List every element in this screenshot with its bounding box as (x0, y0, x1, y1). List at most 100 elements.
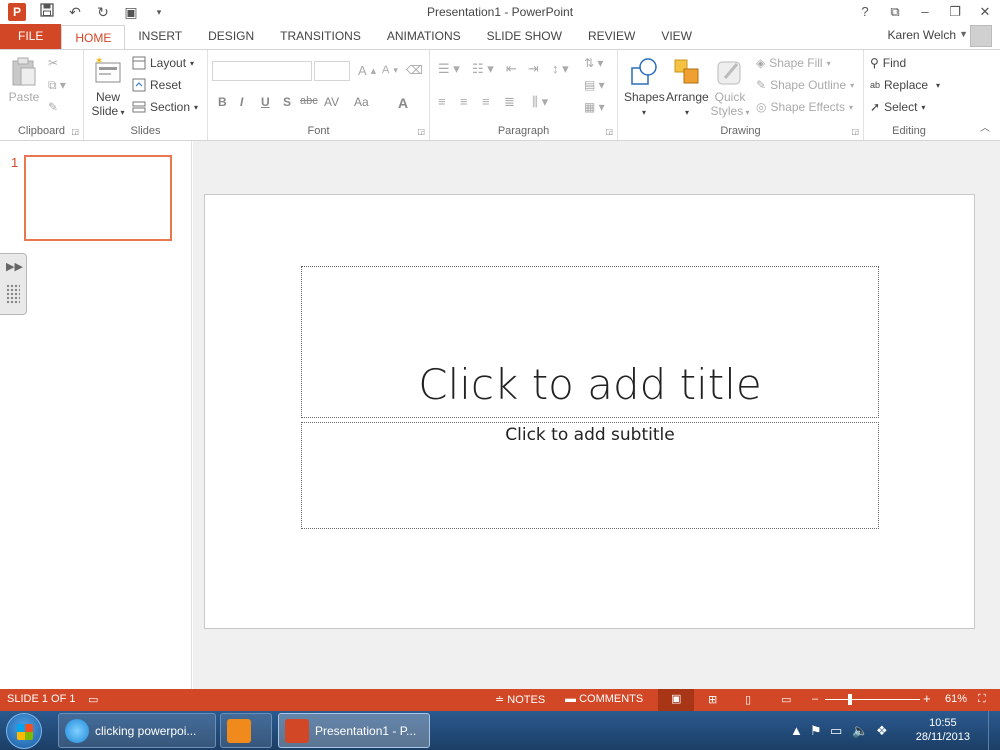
columns-icon[interactable]: ⫼ ▾ (532, 94, 548, 110)
zoom-out-button[interactable]: – (812, 693, 818, 705)
layout-button[interactable]: Layout ▾ (132, 56, 194, 70)
spell-check-icon[interactable]: ▭ (88, 693, 98, 706)
tab-file[interactable]: FILE (0, 24, 62, 49)
paste-button[interactable]: Paste (6, 56, 42, 104)
collapse-ribbon-icon[interactable]: ︿ (980, 119, 990, 134)
section-button[interactable]: Section ▾ (132, 100, 198, 114)
slide-thumbnail[interactable] (24, 155, 172, 241)
convert-to-smartart-icon[interactable]: ▦ ▾ (584, 100, 605, 114)
powerpoint-app-icon[interactable]: P (8, 3, 26, 21)
slide-canvas[interactable]: Click to add title Click to add subtitle (204, 194, 975, 629)
avatar[interactable] (970, 25, 992, 47)
customize-qat-icon[interactable]: ▾ (148, 2, 170, 22)
fit-to-window-icon[interactable]: ⛶ (978, 693, 986, 706)
action-center-icon[interactable]: ⚑ (810, 723, 822, 739)
line-spacing-icon[interactable]: ↕ ▾ (552, 61, 569, 77)
comments-button[interactable]: ▬ COMMENTS (565, 693, 643, 705)
tab-view[interactable]: VIEW (648, 24, 705, 49)
find-button[interactable]: ⚲ Find (870, 56, 906, 70)
select-button[interactable]: ➚ Select ▾ (870, 100, 925, 114)
undo-icon[interactable]: ↶ (64, 2, 86, 22)
replace-button[interactable]: ab Replace ▾ (870, 78, 940, 92)
align-text-icon[interactable]: ▤ ▾ (584, 78, 605, 92)
slide-sorter-icon[interactable]: ⊞ (708, 693, 717, 706)
align-right-icon[interactable]: ≡ (482, 94, 490, 109)
cut-icon[interactable]: ✂ (48, 56, 58, 70)
normal-view-button[interactable]: ▣ (658, 689, 694, 711)
zoom-slider-track[interactable] (825, 699, 920, 700)
text-shadow-button[interactable]: S (283, 95, 291, 109)
restore-icon[interactable]: ❐ (940, 0, 970, 24)
zoom-slider-thumb[interactable] (848, 694, 852, 705)
close-icon[interactable]: ✕ (970, 0, 1000, 24)
increase-indent-icon[interactable]: ⇥ (528, 61, 539, 77)
bullets-icon[interactable]: ☰ ▾ (438, 61, 460, 77)
taskbar-item-browser[interactable]: clicking powerpoi... (58, 713, 216, 748)
taskbar-item-powerpoint[interactable]: Presentation1 - P... (278, 713, 430, 748)
justify-icon[interactable]: ≣ (504, 94, 515, 110)
drawing-launcher-icon[interactable]: ◲ (851, 127, 859, 136)
format-painter-icon[interactable]: ✎ (48, 100, 58, 114)
start-from-beginning-icon[interactable]: ▣ (120, 2, 142, 22)
minimize-icon[interactable]: – (910, 0, 940, 24)
start-button[interactable] (6, 713, 42, 749)
italic-button[interactable]: I (240, 95, 243, 109)
clear-formatting-icon[interactable]: ⌫ (406, 63, 423, 77)
strikethrough-button[interactable]: abc (300, 95, 318, 107)
change-case-button[interactable]: Aa (354, 95, 369, 109)
dropbox-icon[interactable]: ❖ (876, 723, 888, 739)
shape-effects-button[interactable]: ◎ Shape Effects ▾ (756, 100, 853, 114)
zoom-level[interactable]: 61% (945, 693, 967, 705)
grow-font-icon[interactable]: A ▴ (358, 63, 376, 78)
bold-button[interactable]: B (218, 95, 227, 109)
notes-button[interactable]: ≐ NOTES (495, 693, 545, 706)
character-spacing-button[interactable]: AV (324, 95, 339, 109)
tab-slide-show[interactable]: SLIDE SHOW (474, 24, 575, 49)
quick-styles-button[interactable]: Quick Styles ▾ (710, 56, 750, 118)
shape-outline-button[interactable]: ✎ Shape Outline ▾ (756, 78, 854, 92)
reset-button[interactable]: Reset (132, 78, 181, 92)
underline-button[interactable]: U (261, 95, 270, 109)
tab-insert[interactable]: INSERT (125, 24, 195, 49)
reading-view-icon[interactable]: ▯ (745, 693, 751, 706)
clock[interactable]: 10:55 28/11/2013 (916, 716, 970, 744)
show-desktop-button[interactable] (988, 711, 1000, 750)
title-placeholder[interactable]: Click to add title (301, 266, 879, 418)
numbering-icon[interactable]: ☷ ▾ (472, 61, 494, 77)
font-launcher-icon[interactable]: ◲ (417, 127, 425, 136)
tab-home[interactable]: HOME (61, 25, 126, 50)
font-color-button[interactable]: A (398, 95, 408, 111)
arrange-button[interactable]: Arrange ▾ (666, 56, 709, 118)
font-name-input[interactable] (212, 61, 312, 81)
pane-handle[interactable]: ▶▶ (0, 253, 27, 315)
tab-design[interactable]: DESIGN (195, 24, 267, 49)
copy-icon[interactable]: ⧉ ▾ (48, 78, 66, 93)
shapes-button[interactable]: Shapes ▾ (624, 56, 665, 118)
save-icon[interactable] (36, 2, 58, 22)
paragraph-launcher-icon[interactable]: ◲ (605, 127, 613, 136)
align-center-icon[interactable]: ≡ (460, 94, 468, 109)
align-left-icon[interactable]: ≡ (438, 94, 446, 109)
shape-fill-button[interactable]: ◈ Shape Fill ▾ (756, 56, 831, 70)
ribbon-display-options-icon[interactable]: ⧉ (880, 0, 910, 24)
help-icon[interactable]: ? (850, 0, 880, 24)
network-icon[interactable]: ▭ (830, 723, 842, 739)
clipboard-launcher-icon[interactable]: ◲ (71, 127, 79, 136)
slide-show-icon[interactable]: ▭ (781, 693, 791, 706)
redo-icon[interactable]: ↻ (92, 2, 114, 22)
zoom-in-button[interactable]: + (923, 691, 931, 706)
font-size-input[interactable] (314, 61, 350, 81)
tab-transitions[interactable]: TRANSITIONS (267, 24, 374, 49)
taskbar-item-media-player[interactable] (220, 713, 272, 748)
volume-icon[interactable]: 🔈 (852, 723, 868, 739)
user-name[interactable]: Karen Welch (888, 28, 956, 42)
decrease-indent-icon[interactable]: ⇤ (506, 61, 517, 77)
show-hidden-icons-icon[interactable]: ▲ (790, 723, 803, 738)
new-slide-button[interactable]: ✶ New Slide ▾ (90, 56, 126, 118)
subtitle-placeholder[interactable]: Click to add subtitle (301, 422, 879, 529)
tab-review[interactable]: REVIEW (575, 24, 648, 49)
chevron-down-icon[interactable]: ▼ (959, 29, 968, 39)
tab-animations[interactable]: ANIMATIONS (374, 24, 474, 49)
text-direction-icon[interactable]: ⇅ ▾ (584, 56, 603, 70)
shrink-font-icon[interactable]: A ▾ (382, 64, 398, 76)
